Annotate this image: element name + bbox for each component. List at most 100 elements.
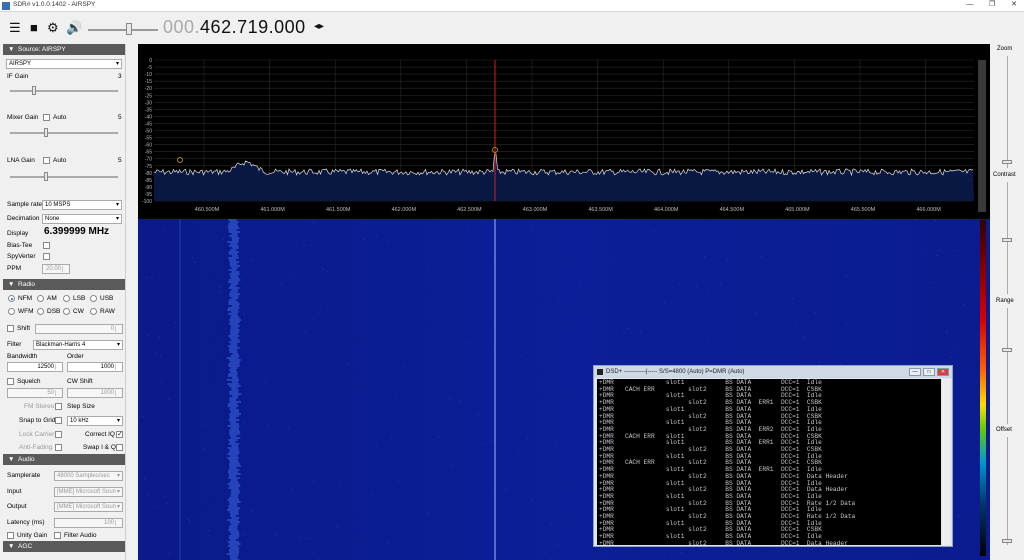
step-size-select[interactable]: 10 kHz [67, 416, 123, 426]
sample-rate-select[interactable]: 10 MSPS [42, 200, 122, 210]
dsd-maximize-button[interactable]: □ [923, 368, 935, 376]
waterfall-noise [682, 258, 684, 260]
waterfall-signal-band [230, 367, 238, 369]
volume-slider[interactable] [88, 29, 158, 31]
lock-carrier-checkbox[interactable] [55, 431, 62, 438]
dsd-close-button[interactable]: ✕ [937, 368, 949, 376]
maximize-button[interactable]: ❐ [986, 0, 998, 11]
correct-iq-checkbox[interactable] [116, 430, 123, 438]
shift-checkbox[interactable] [7, 325, 14, 332]
unity-gain-checkbox[interactable] [7, 532, 14, 539]
source-header[interactable]: ▼ Source: AIRSPY [3, 44, 125, 55]
range-slider[interactable] [1002, 308, 1012, 424]
waterfall-signal-band [230, 555, 238, 557]
waterfall-signal-band [226, 509, 239, 511]
audio-header[interactable]: ▼ Audio [3, 454, 125, 465]
cw-shift-input[interactable]: 1000 [67, 388, 123, 398]
audio-output-select[interactable]: [MME] Microsoft Soun [54, 502, 123, 512]
shift-input[interactable]: 0 [35, 324, 123, 334]
mode-cw-radio[interactable] [63, 308, 70, 315]
minimize-button[interactable]: — [964, 0, 976, 11]
speaker-icon[interactable]: 🔊 [66, 21, 82, 35]
dsd-minimize-button[interactable]: — [909, 368, 921, 376]
spyverter-checkbox[interactable] [43, 253, 50, 260]
waterfall-noise [193, 545, 195, 547]
contrast-slider[interactable] [1002, 182, 1012, 294]
lna-gain-slider[interactable] [10, 172, 118, 181]
waterfall-signal-band [228, 477, 240, 479]
waterfall-signal-band [230, 285, 237, 287]
squelch-input[interactable]: 50 [7, 388, 63, 398]
agc-header[interactable]: ▼ AGC [3, 541, 125, 552]
anti-fading-checkbox[interactable] [55, 444, 62, 451]
radio-header[interactable]: ▼ Radio [3, 279, 125, 290]
decimation-select[interactable]: None [42, 214, 122, 224]
volume-slider-thumb[interactable] [126, 23, 132, 35]
audio-samplerate-select[interactable]: 48000 Samples/sec [54, 471, 123, 481]
offset-slider[interactable] [1002, 437, 1012, 545]
order-input[interactable]: 1000 [67, 362, 123, 372]
waterfall-noise [665, 352, 667, 354]
waterfall-signal-band [226, 357, 239, 359]
mixer-gain-slider[interactable] [10, 128, 118, 137]
mode-wfm-radio[interactable] [8, 308, 15, 315]
waterfall-signal-band [227, 425, 240, 427]
bias-tee-checkbox[interactable] [43, 242, 50, 249]
source-device-select[interactable]: AIRSPY [6, 59, 122, 69]
waterfall-noise [163, 495, 166, 497]
waterfall-signal-band [228, 253, 238, 255]
waterfall-noise [363, 238, 365, 240]
waterfall-noise [302, 406, 304, 408]
filter-select[interactable]: Blackman-Harris 4 [33, 340, 123, 350]
lna-auto-checkbox[interactable] [43, 157, 50, 164]
swap-iq-checkbox[interactable] [116, 444, 123, 451]
spectrum-analyzer[interactable]: 0-5-10-15-20-25-30-35-40-45-50-55-60-65-… [138, 44, 990, 216]
close-button[interactable]: ✕ [1008, 0, 1020, 11]
waterfall-signal-band [227, 519, 239, 521]
mode-lsb-radio[interactable] [63, 295, 70, 302]
spectrum-scrollbar[interactable] [978, 60, 986, 212]
mode-raw-radio[interactable] [90, 308, 97, 315]
y-tick-label: -65 [145, 150, 152, 156]
swap-iq-label: Swap I & Q [83, 444, 116, 451]
ppm-input[interactable]: 20.00 [42, 264, 70, 274]
stop-icon[interactable]: ■ [30, 21, 38, 35]
mode-am-radio[interactable] [37, 295, 44, 302]
zoom-slider[interactable] [1002, 56, 1012, 168]
squelch-checkbox[interactable] [7, 378, 14, 385]
waterfall-signal-band [228, 279, 241, 281]
waterfall-noise [347, 345, 350, 348]
audio-input-select[interactable]: [MME] Microsoft Soun [54, 487, 123, 497]
mixer-auto-checkbox[interactable] [43, 114, 50, 121]
waterfall-noise [489, 242, 491, 245]
snap-to-grid-checkbox[interactable] [55, 417, 62, 424]
waterfall-signal-band [228, 545, 239, 547]
waterfall-noise [191, 498, 194, 500]
latency-input[interactable]: 100 [54, 518, 123, 528]
waterfall-signal-band [229, 557, 238, 559]
frequency-display[interactable]: 000.462.719.000 [163, 17, 306, 38]
mode-usb-radio[interactable] [90, 295, 97, 302]
bandwidth-input[interactable]: 12500 [7, 362, 63, 372]
fm-stereo-checkbox[interactable] [55, 403, 62, 410]
frequency-step-arrows[interactable]: ◂▸ [314, 21, 324, 32]
waterfall-noise [265, 330, 267, 333]
waterfall-noise [294, 487, 296, 489]
gear-icon[interactable]: ⚙ [47, 21, 59, 35]
waterfall-signal-band [229, 551, 240, 553]
waterfall-noise [166, 380, 168, 382]
waterfall-noise [820, 242, 822, 244]
waterfall-noise [964, 354, 966, 356]
waterfall-noise [156, 521, 158, 523]
waterfall-noise [555, 445, 557, 447]
mode-nfm-radio[interactable] [8, 295, 15, 302]
menu-icon[interactable]: ☰ [9, 21, 21, 35]
if-gain-slider[interactable] [10, 86, 118, 95]
waterfall-signal-band [230, 325, 240, 327]
mode-dsb-radio[interactable] [37, 308, 44, 315]
waterfall-noise [687, 335, 689, 337]
filter-audio-checkbox[interactable] [54, 532, 61, 539]
dsd-scrollbar[interactable] [942, 379, 950, 545]
filter-label: Filter [7, 341, 22, 348]
waterfall-noise [465, 537, 467, 539]
